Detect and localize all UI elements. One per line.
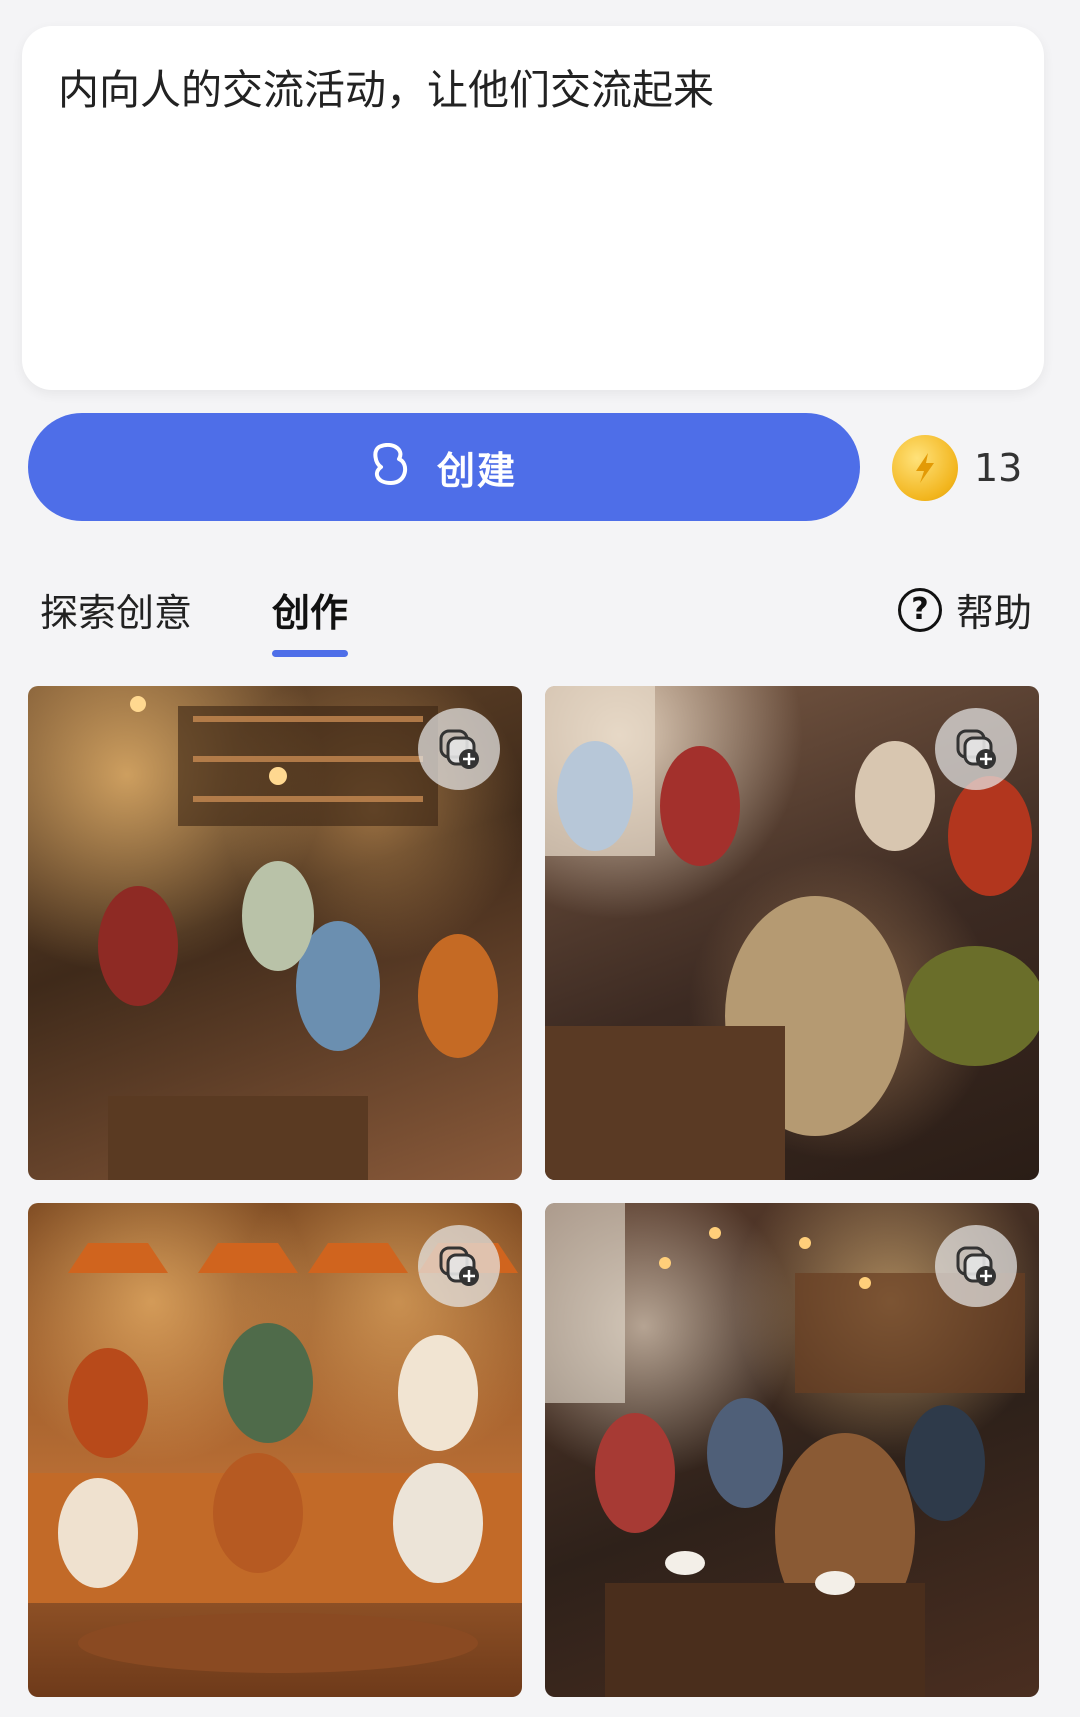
add-to-collection-button[interactable] [418, 1225, 500, 1307]
prompt-card[interactable]: 内向人的交流活动，让他们交流起来 [22, 26, 1044, 390]
tab-create[interactable]: 创作 [272, 582, 348, 637]
prompt-text[interactable]: 内向人的交流活动，让他们交流起来 [58, 62, 1008, 119]
add-to-collection-button[interactable] [935, 1225, 1017, 1307]
add-to-collection-icon [956, 729, 996, 769]
active-tab-indicator [272, 650, 348, 657]
help-button[interactable]: ? 帮助 [898, 582, 1032, 637]
help-label: 帮助 [956, 591, 1033, 635]
credits[interactable]: 13 [892, 434, 1022, 502]
page: 内向人的交流活动，让他们交流起来 创建 13 探索创意 创作 ? 帮助 [0, 0, 1080, 1717]
add-to-collection-icon [956, 1246, 996, 1286]
generated-image-2[interactable] [545, 686, 1039, 1180]
create-button[interactable]: 创建 [28, 413, 860, 521]
add-to-collection-button[interactable] [935, 708, 1017, 790]
generated-image-3[interactable] [28, 1203, 522, 1697]
brand-logo-icon [371, 442, 411, 491]
add-to-collection-icon [439, 729, 479, 769]
lightning-coin-icon [892, 435, 958, 501]
question-circle-icon: ? [898, 587, 942, 632]
generated-image-4[interactable] [545, 1203, 1039, 1697]
tab-explore[interactable]: 探索创意 [40, 582, 192, 637]
generated-image-1[interactable] [28, 686, 522, 1180]
credit-count: 13 [974, 446, 1023, 490]
add-to-collection-button[interactable] [418, 708, 500, 790]
create-button-label: 创建 [436, 448, 517, 493]
add-to-collection-icon [439, 1246, 479, 1286]
